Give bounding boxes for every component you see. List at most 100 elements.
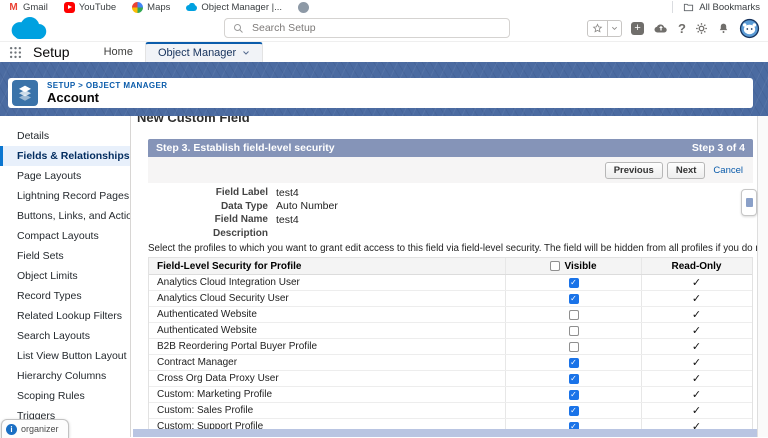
visible-checkbox[interactable] — [569, 406, 579, 416]
column-header-profile: Field-Level Security for Profile — [149, 261, 505, 272]
visible-checkbox[interactable] — [569, 310, 579, 320]
visible-checkbox[interactable] — [569, 342, 579, 352]
table-body: Analytics Cloud Integration User ✓ Analy… — [149, 275, 752, 437]
previous-button[interactable]: Previous — [605, 162, 663, 179]
visible-cell — [505, 387, 642, 402]
tab-home[interactable]: Home — [92, 42, 145, 62]
readonly-check-icon: ✓ — [692, 277, 701, 289]
visible-checkbox[interactable] — [569, 374, 579, 384]
tab-object-manager[interactable]: Object Manager — [145, 42, 263, 62]
vertical-scrollbar-track[interactable] — [757, 116, 768, 437]
setup-gear-icon[interactable] — [695, 22, 708, 35]
sidebar-item[interactable]: Compact Layouts — [0, 226, 130, 246]
sidebar-item[interactable]: Search Layouts — [0, 326, 130, 346]
sidebar-item[interactable]: Hierarchy Columns — [0, 366, 130, 386]
bookmark-item[interactable]: Object Manager |... — [186, 2, 282, 13]
profile-name: Authenticated Website — [149, 309, 505, 320]
table-row: Authenticated Website ✓ — [149, 307, 752, 323]
column-header-readonly: Read-Only — [642, 261, 751, 272]
folder-icon — [683, 2, 694, 13]
visible-checkbox[interactable] — [569, 390, 579, 400]
bookmark-item[interactable]: Gmail — [8, 2, 48, 13]
salesforce-global-header: + ? — [0, 14, 768, 42]
browser-bookmarks-bar: Gmail YouTube Maps Object Manager |... — [0, 0, 768, 14]
field-summary: Field Label test4 Data Type Auto Number … — [148, 186, 753, 240]
field-summary-label: Field Label — [148, 187, 276, 198]
profile-name: Custom: Marketing Profile — [149, 389, 505, 400]
search-setup-box[interactable] — [224, 18, 510, 38]
all-bookmarks-button[interactable]: All Bookmarks — [672, 1, 760, 13]
panel-toggle-glyph-icon — [746, 198, 753, 207]
sidebar-item[interactable]: Fields & Relationships — [0, 146, 130, 166]
bookmark-favicon-icon — [132, 2, 143, 13]
sidebar-item[interactable]: Object Limits — [0, 266, 130, 286]
visible-checkbox[interactable] — [569, 278, 579, 288]
deploy-cloud-icon[interactable] — [653, 21, 669, 35]
sidebar-item[interactable]: Lightning Record Pages — [0, 186, 130, 206]
organizer-icon — [6, 424, 17, 435]
next-button[interactable]: Next — [667, 162, 706, 179]
readonly-check-icon: ✓ — [692, 405, 701, 417]
column-header-visible: Visible — [505, 258, 642, 274]
table-row: Analytics Cloud Security User ✓ — [149, 291, 752, 307]
table-row: Analytics Cloud Integration User ✓ — [149, 275, 752, 291]
field-summary-row: Field Label test4 — [148, 186, 753, 200]
search-input[interactable] — [250, 21, 474, 35]
field-level-security-table: Field-Level Security for Profile Visible… — [148, 257, 753, 437]
help-icon[interactable]: ? — [678, 21, 686, 36]
readonly-cell: ✓ — [642, 356, 751, 369]
visible-cell — [505, 307, 642, 322]
user-avatar[interactable] — [739, 18, 760, 39]
readonly-check-icon: ✓ — [692, 341, 701, 353]
visible-checkbox[interactable] — [569, 358, 579, 368]
table-row: Cross Org Data Proxy User ✓ — [149, 371, 752, 387]
panel-toggle-button[interactable] — [741, 189, 757, 216]
field-summary-value: Auto Number — [276, 200, 338, 212]
sidebar-item[interactable]: List View Button Layout — [0, 346, 130, 366]
field-summary-value: test4 — [276, 187, 299, 199]
profile-name: Authenticated Website — [149, 325, 505, 336]
readonly-cell: ✓ — [642, 308, 751, 321]
field-summary-row: Data Type Auto Number — [148, 200, 753, 214]
table-row: Contract Manager ✓ — [149, 355, 752, 371]
readonly-check-icon: ✓ — [692, 293, 701, 305]
bookmark-item[interactable] — [298, 2, 313, 13]
page-header-card: SETUP > OBJECT MANAGER Account — [8, 78, 753, 108]
cancel-link[interactable]: Cancel — [713, 165, 743, 176]
field-summary-row: Description — [148, 227, 753, 241]
sidebar-item[interactable]: Page Layouts — [0, 166, 130, 186]
table-header-row: Field-Level Security for Profile Visible… — [149, 258, 752, 275]
notifications-bell-icon[interactable] — [717, 22, 730, 35]
app-launcher-waffle-icon[interactable] — [8, 45, 23, 60]
readonly-check-icon: ✓ — [692, 389, 701, 401]
sidebar-item[interactable]: Details — [0, 126, 130, 146]
horizontal-scrollbar[interactable] — [133, 429, 757, 437]
field-summary-label: Data Type — [148, 201, 276, 212]
bookmark-label: Object Manager |... — [201, 2, 282, 13]
favorites-star-icon[interactable] — [588, 23, 607, 34]
instruction-text: Select the profiles to which you want to… — [148, 243, 753, 254]
field-summary-row: Field Name test4 — [148, 213, 753, 227]
visible-header-checkbox[interactable] — [550, 261, 560, 271]
all-bookmarks-label: All Bookmarks — [699, 2, 760, 13]
organizer-extension-badge[interactable]: organizer — [1, 419, 69, 438]
sidebar-item[interactable]: Record Types — [0, 286, 130, 306]
sidebar-item[interactable]: Scoping Rules — [0, 386, 130, 406]
bookmark-label: Maps — [147, 2, 170, 13]
favorites-dropdown-icon[interactable] — [607, 21, 621, 36]
bookmark-item[interactable]: Maps — [132, 2, 170, 13]
sidebar-item[interactable]: Related Lookup Filters — [0, 306, 130, 326]
wizard-heading: New Custom Field — [137, 116, 757, 125]
sidebar-item[interactable]: Field Sets — [0, 246, 130, 266]
profile-name: Analytics Cloud Integration User — [149, 277, 505, 288]
sidebar-item[interactable]: Buttons, Links, and Actions — [0, 206, 130, 226]
bookmark-favicon-icon — [8, 2, 19, 13]
readonly-cell: ✓ — [642, 324, 751, 337]
global-add-icon[interactable]: + — [631, 22, 644, 35]
visible-checkbox[interactable] — [569, 294, 579, 304]
bookmark-favicon-icon — [186, 2, 197, 13]
step-indicator: Step 3 of 4 — [692, 142, 745, 154]
visible-checkbox[interactable] — [569, 326, 579, 336]
field-summary-label: Field Name — [148, 214, 276, 225]
bookmark-item[interactable]: YouTube — [64, 2, 116, 13]
